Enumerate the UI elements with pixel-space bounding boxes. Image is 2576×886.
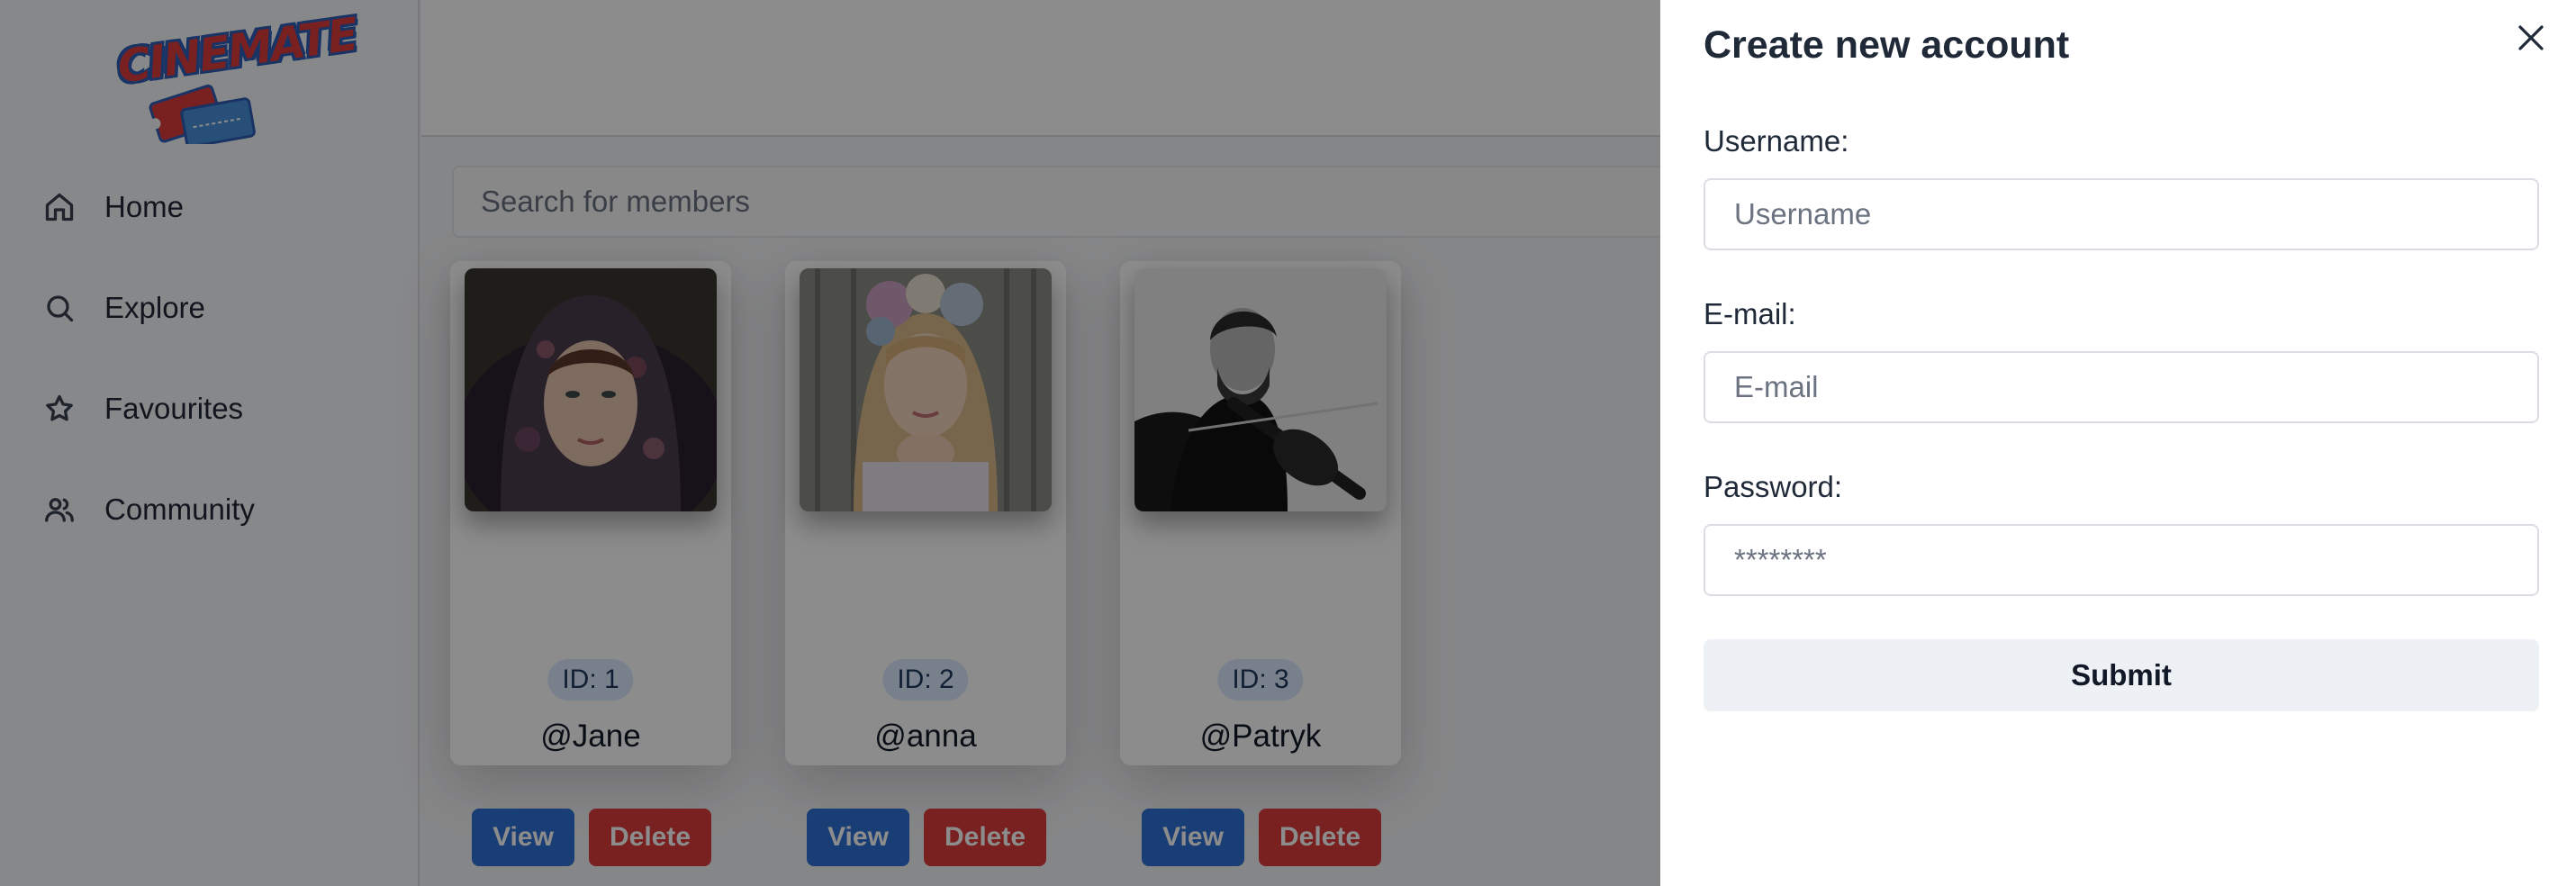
close-button[interactable]: [2510, 18, 2552, 59]
email-label: E-mail:: [1704, 297, 1796, 330]
password-field[interactable]: [1704, 524, 2539, 596]
password-label: Password:: [1704, 470, 1843, 503]
modal-backdrop[interactable]: [0, 0, 1660, 886]
create-account-drawer: Create new account Username: E-mail: Pas…: [1660, 0, 2576, 886]
username-field[interactable]: [1704, 178, 2539, 250]
close-icon: [2518, 24, 2544, 50]
submit-button[interactable]: Submit: [1704, 639, 2539, 711]
email-field[interactable]: [1704, 351, 2539, 423]
username-label: Username:: [1704, 124, 1849, 158]
drawer-title: Create new account: [1704, 23, 2070, 67]
